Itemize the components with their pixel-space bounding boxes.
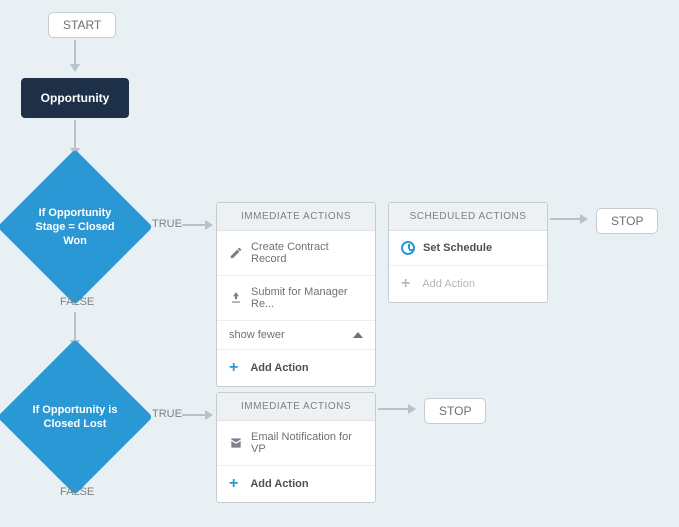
connector (182, 224, 206, 226)
card-header: SCHEDULED ACTIONS (389, 203, 547, 231)
true-label-2: TRUE (152, 408, 182, 420)
mail-icon (229, 436, 243, 450)
connector (182, 414, 206, 416)
submit-icon (229, 291, 243, 305)
true-label-1: TRUE (152, 218, 182, 230)
action-item[interactable]: Submit for Manager Re... (217, 276, 375, 321)
triangle-up-icon (353, 332, 363, 338)
add-action-disabled: + Add Action (389, 266, 547, 302)
decision-node-1[interactable]: If Opportunity Stage = Closed Won (0, 149, 153, 305)
connector (74, 120, 76, 148)
plus-icon: + (229, 476, 238, 492)
card-header: IMMEDIATE ACTIONS (217, 203, 375, 231)
stop-node-2[interactable]: STOP (424, 398, 486, 424)
show-fewer-toggle[interactable]: show fewer (217, 321, 375, 350)
false-label-1: FALSE (60, 296, 94, 308)
clock-icon (401, 241, 415, 255)
start-label: START (63, 18, 101, 32)
decision-2-label: If Opportunity is Closed Lost (30, 403, 120, 432)
arrow-right-icon (205, 220, 213, 230)
action-label: Create Contract Record (251, 241, 363, 265)
connector (74, 312, 76, 340)
connector (378, 408, 408, 410)
stop-label: STOP (439, 404, 471, 418)
add-action-button[interactable]: + Add Action (217, 350, 375, 386)
object-node[interactable]: Opportunity (21, 78, 129, 118)
add-action-button[interactable]: + Add Action (217, 466, 375, 502)
add-action-label: Add Action (250, 362, 308, 374)
immediate-actions-card-1: IMMEDIATE ACTIONS Create Contract Record… (216, 202, 376, 387)
scheduled-actions-card: SCHEDULED ACTIONS Set Schedule + Add Act… (388, 202, 548, 303)
stop-label: STOP (611, 214, 643, 228)
plus-icon: + (229, 360, 238, 376)
set-schedule-label: Set Schedule (423, 242, 492, 254)
decision-1-label: If Opportunity Stage = Closed Won (30, 206, 120, 249)
show-fewer-label: show fewer (229, 329, 285, 341)
pencil-icon (229, 246, 243, 260)
stop-node-1[interactable]: STOP (596, 208, 658, 234)
connector (550, 218, 580, 220)
card-header: IMMEDIATE ACTIONS (217, 393, 375, 421)
false-label-2: FALSE (60, 486, 94, 498)
action-item[interactable]: Email Notification for VP (217, 421, 375, 466)
arrow-right-icon (205, 410, 213, 420)
arrow-down-icon (70, 64, 80, 72)
immediate-actions-card-2: IMMEDIATE ACTIONS Email Notification for… (216, 392, 376, 503)
action-label: Submit for Manager Re... (251, 286, 363, 310)
plus-icon: + (401, 276, 410, 292)
arrow-right-icon (580, 214, 588, 224)
start-node[interactable]: START (48, 12, 116, 38)
action-item[interactable]: Create Contract Record (217, 231, 375, 276)
set-schedule-button[interactable]: Set Schedule (389, 231, 547, 266)
connector (74, 40, 76, 64)
arrow-right-icon (408, 404, 416, 414)
decision-node-2[interactable]: If Opportunity is Closed Lost (0, 339, 153, 495)
add-action-label: Add Action (422, 278, 475, 290)
action-label: Email Notification for VP (251, 431, 363, 455)
add-action-label: Add Action (250, 478, 308, 490)
object-label: Opportunity (41, 91, 110, 105)
